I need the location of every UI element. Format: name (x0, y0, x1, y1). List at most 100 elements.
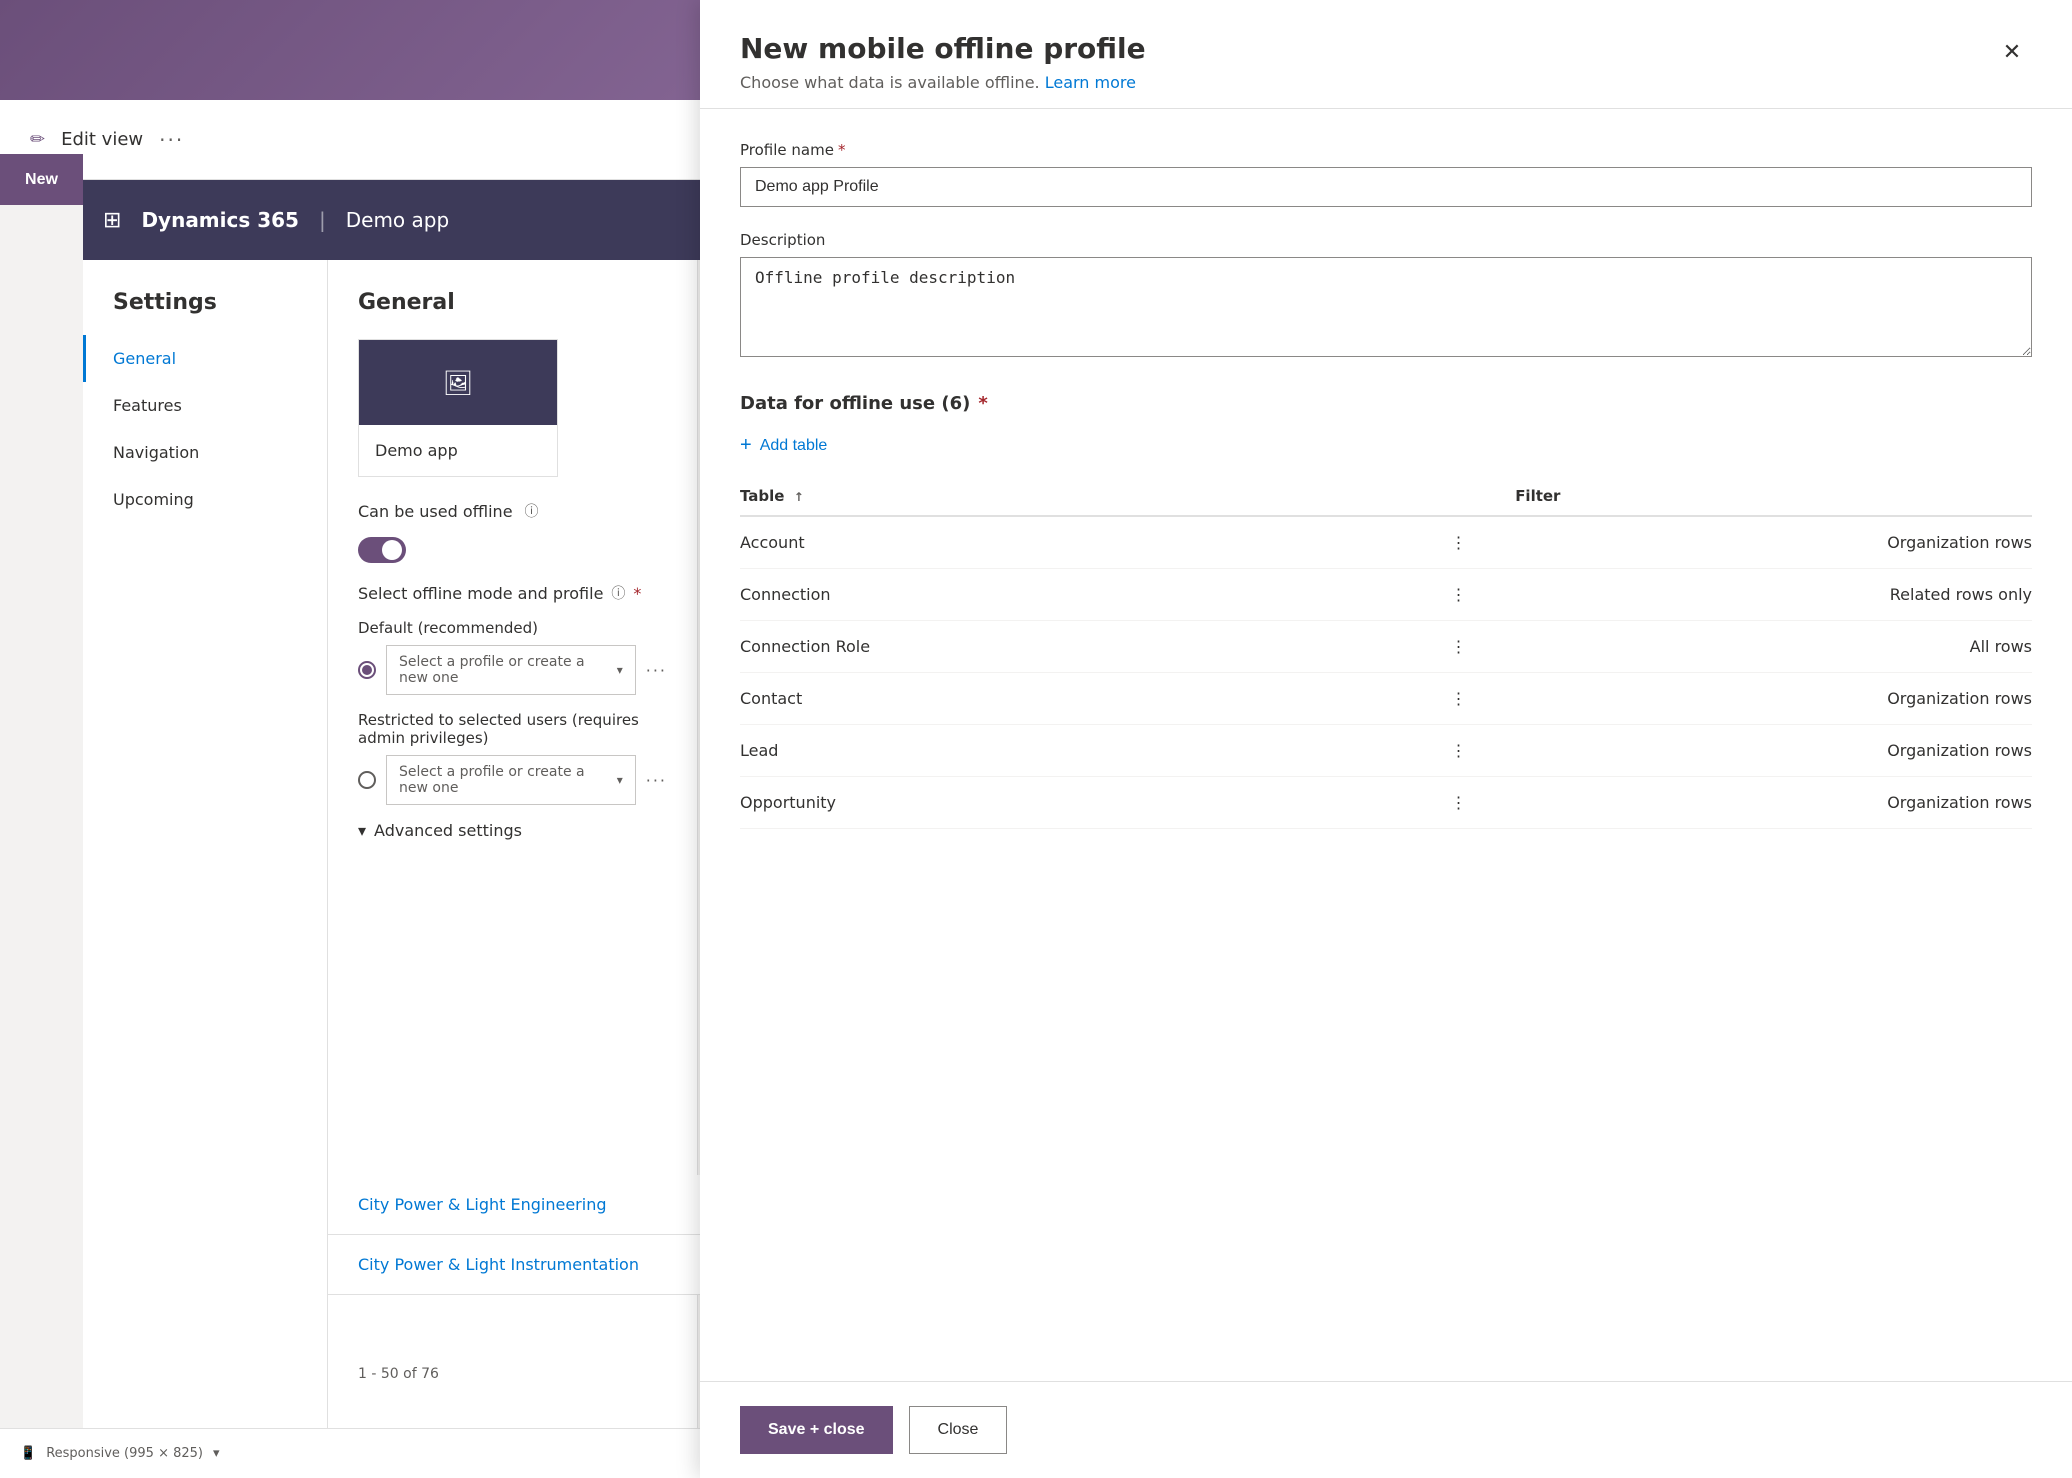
sidebar-item-upcoming[interactable]: Upcoming (83, 476, 327, 523)
description-label-text: Description (740, 231, 825, 249)
responsive-bar: 📱 Responsive (995 × 825) ▾ (0, 1428, 700, 1478)
restricted-radio[interactable] (358, 771, 376, 789)
row-filter-3: Organization rows (1515, 673, 2032, 725)
modal-title: New mobile offline profile (740, 32, 1146, 65)
row-name-instrumentation[interactable]: City Power & Light Instrumentation (358, 1255, 639, 1274)
offline-table: Table ↑ Filter Account ⋮ Organization ro… (740, 477, 2032, 829)
close-dialog-button[interactable]: Close (909, 1406, 1008, 1454)
modal-header: New mobile offline profile Choose what d… (700, 0, 2072, 109)
profile-name-required: * (838, 141, 846, 159)
responsive-icon: 📱 (20, 1446, 36, 1461)
profile-name-input[interactable] (740, 167, 2032, 207)
row-name-0: Account (740, 516, 1451, 569)
learn-more-link[interactable]: Learn more (1045, 73, 1136, 92)
radio-inner (362, 665, 372, 675)
grid-icon[interactable]: ⊞ (103, 208, 121, 233)
restricted-profile-select[interactable]: Select a profile or create a new one ▾ (386, 755, 636, 805)
offline-toggle-row: Can be used offline ⓘ (358, 501, 667, 521)
settings-panel: Settings General Features Navigation Upc… (83, 260, 328, 1478)
mode-required: * (633, 584, 641, 603)
data-section-label: Data for offline use (6) (740, 393, 970, 414)
responsive-chevron[interactable]: ▾ (213, 1446, 220, 1461)
table-header-name: Table ↑ (740, 477, 1451, 516)
sidebar-item-features[interactable]: Features (83, 382, 327, 429)
row-name-1: Connection (740, 569, 1451, 621)
table-row: Opportunity ⋮ Organization rows (740, 777, 2032, 829)
restricted-ellipsis-button[interactable]: ··· (646, 771, 667, 790)
restricted-radio-row: Select a profile or create a new one ▾ ·… (358, 755, 667, 805)
modal-footer: Save + close Close (700, 1381, 2072, 1478)
new-button[interactable]: New (0, 154, 83, 205)
table-row: Account ⋮ Organization rows (740, 516, 2032, 569)
table-row: Connection ⋮ Related rows only (740, 569, 2032, 621)
mode-label-text: Select offline mode and profile (358, 584, 603, 603)
table-row: Lead ⋮ Organization rows (740, 725, 2032, 777)
profile-name-label-text: Profile name (740, 141, 834, 159)
offline-toggle[interactable] (358, 537, 406, 563)
advanced-settings[interactable]: ▾ Advanced settings (358, 821, 667, 840)
table-header-actions (1451, 477, 1516, 516)
restricted-profile-text: Select a profile or create a new one (399, 764, 609, 796)
profile-name-label: Profile name * (740, 141, 2032, 159)
chevron-down-icon-3: ▾ (358, 821, 366, 840)
default-profile-select[interactable]: Select a profile or create a new one ▾ (386, 645, 636, 695)
mode-option-default: Default (recommended) Select a profile o… (358, 619, 667, 695)
default-radio-row: Select a profile or create a new one ▾ ·… (358, 645, 667, 695)
plus-icon: + (740, 434, 752, 457)
sort-icon[interactable]: ↑ (794, 490, 804, 504)
app-name: Demo app (346, 208, 449, 232)
description-input[interactable]: Offline profile description (740, 257, 2032, 357)
default-radio[interactable] (358, 661, 376, 679)
app-card-header: 🖼 (359, 340, 557, 425)
row-actions-1[interactable]: ⋮ (1451, 569, 1516, 621)
mode-option-restricted: Restricted to selected users (requires a… (358, 711, 667, 805)
more-options-icon[interactable]: ··· (159, 128, 184, 152)
row-actions-5[interactable]: ⋮ (1451, 777, 1516, 829)
add-table-button[interactable]: + Add table (740, 434, 827, 457)
data-section-required: * (978, 393, 987, 414)
row-filter-0: Organization rows (1515, 516, 2032, 569)
row-name-engineering[interactable]: City Power & Light Engineering (358, 1195, 606, 1214)
row-filter-4: Organization rows (1515, 725, 2032, 777)
modal-panel: New mobile offline profile Choose what d… (700, 0, 2072, 1478)
mode-info-icon[interactable]: ⓘ (611, 583, 625, 603)
add-table-label: Add table (760, 437, 828, 455)
default-ellipsis-button[interactable]: ··· (646, 661, 667, 680)
offline-info-icon[interactable]: ⓘ (525, 501, 539, 521)
table-row: Contact ⋮ Organization rows (740, 673, 2032, 725)
row-filter-2: All rows (1515, 621, 2032, 673)
edit-view-label: Edit view (61, 129, 143, 150)
sidebar-item-general[interactable]: General (83, 335, 327, 382)
app-card-body: Demo app (359, 425, 557, 476)
description-label: Description (740, 231, 2032, 249)
modal-subtitle: Choose what data is available offline. L… (740, 73, 1146, 92)
row-name-3: Contact (740, 673, 1451, 725)
save-close-button[interactable]: Save + close (740, 1406, 893, 1454)
sidebar-item-navigation[interactable]: Navigation (83, 429, 327, 476)
pagination: 1 - 50 of 76 (328, 1350, 469, 1398)
row-filter-5: Organization rows (1515, 777, 2032, 829)
general-panel-title: General (358, 290, 667, 315)
row-name-5: Opportunity (740, 777, 1451, 829)
modal-subtitle-text: Choose what data is available offline. (740, 73, 1040, 92)
default-option-label: Default (recommended) (358, 619, 667, 637)
row-name-4: Lead (740, 725, 1451, 777)
mode-label: Select offline mode and profile ⓘ * (358, 583, 667, 603)
app-card-name: Demo app (375, 441, 541, 460)
row-filter-1: Related rows only (1515, 569, 2032, 621)
close-button[interactable]: ✕ (1992, 32, 2032, 72)
separator: | (319, 208, 326, 232)
modal-body: Profile name * Description Offline profi… (700, 109, 2072, 1381)
row-actions-4[interactable]: ⋮ (1451, 725, 1516, 777)
toggle-knob (382, 540, 402, 560)
settings-title: Settings (83, 290, 327, 335)
row-actions-2[interactable]: ⋮ (1451, 621, 1516, 673)
row-actions-0[interactable]: ⋮ (1451, 516, 1516, 569)
general-panel: General 🖼 Demo app Can be used offline ⓘ… (328, 260, 698, 1478)
responsive-label: Responsive (995 × 825) (46, 1446, 203, 1461)
row-actions-3[interactable]: ⋮ (1451, 673, 1516, 725)
modal-header-content: New mobile offline profile Choose what d… (740, 32, 1146, 92)
restricted-option-label: Restricted to selected users (requires a… (358, 711, 667, 747)
table-row: Connection Role ⋮ All rows (740, 621, 2032, 673)
chevron-down-icon-2: ▾ (617, 773, 623, 787)
